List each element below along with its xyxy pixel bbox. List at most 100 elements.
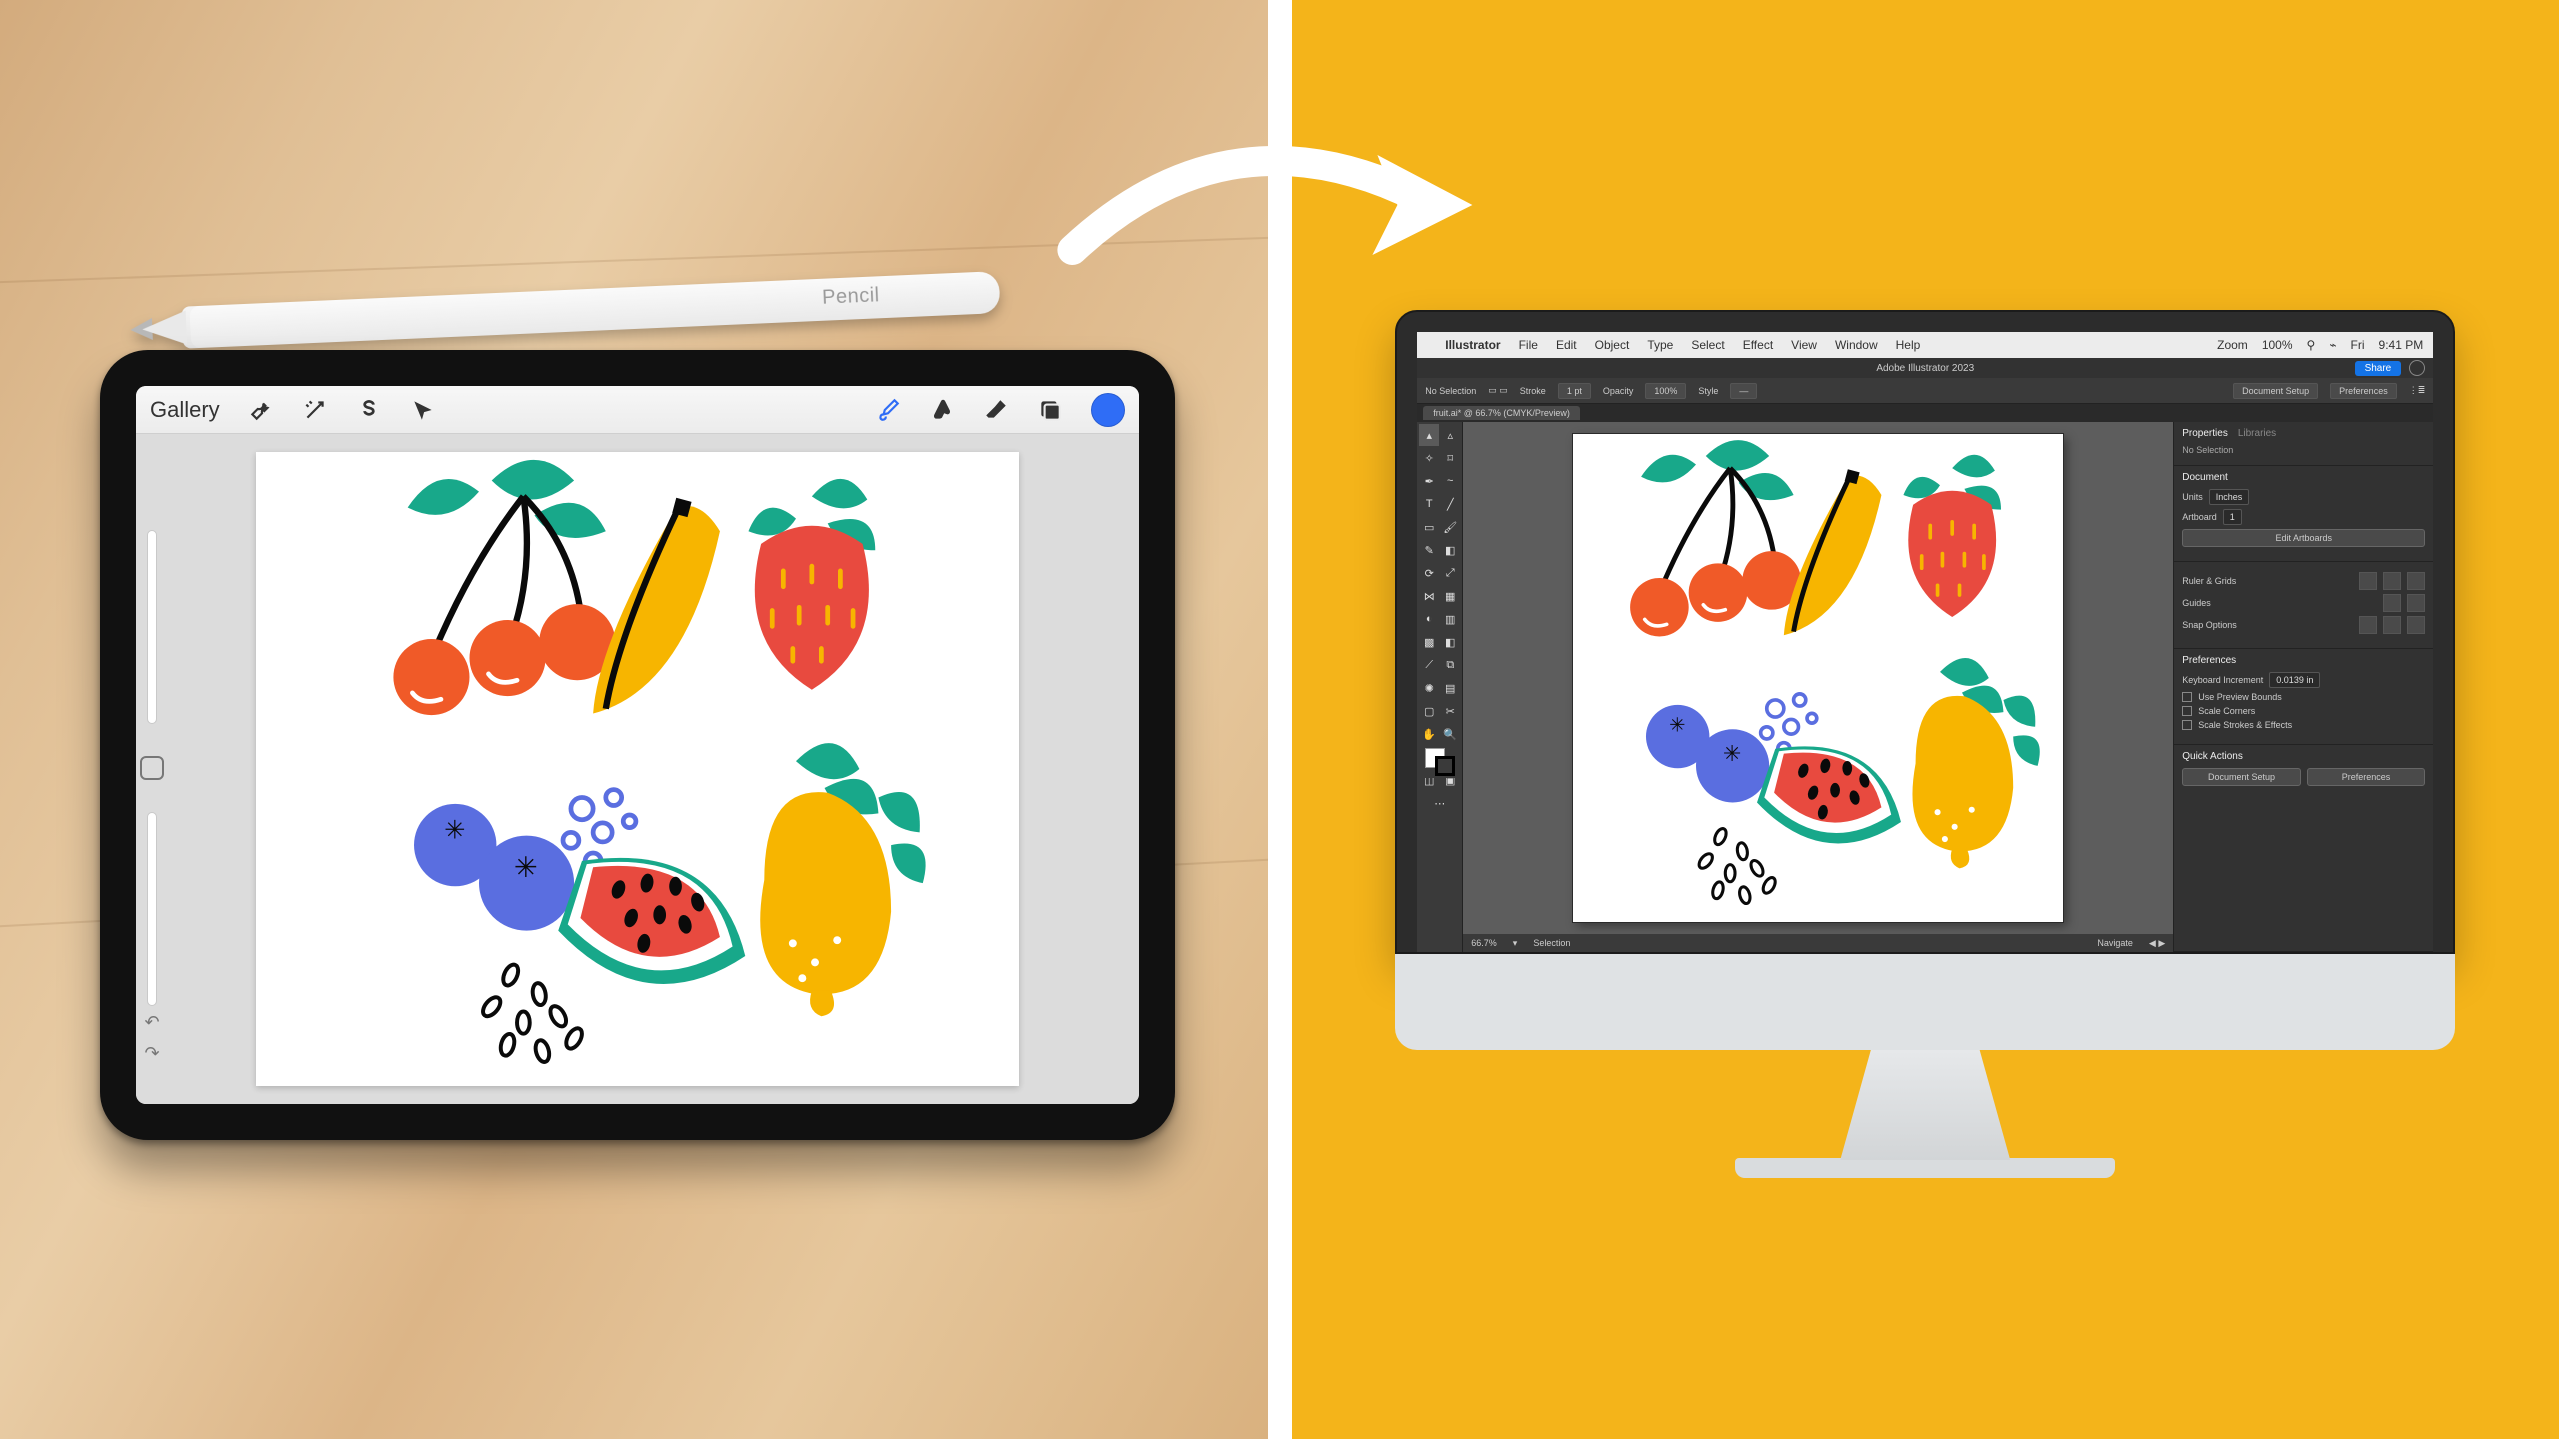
- rectangle-tool-icon[interactable]: ▭: [1419, 516, 1439, 538]
- qa-document-setup-button[interactable]: Document Setup: [2182, 768, 2301, 786]
- modify-button[interactable]: [140, 756, 164, 780]
- scale-strokes-checkbox[interactable]: [2182, 720, 2192, 730]
- fill-stroke-swatch[interactable]: [1419, 746, 1460, 778]
- procreate-toolbar: Gallery: [136, 386, 1139, 434]
- fruit-artwork: [256, 452, 1019, 1086]
- snap-grid-icon[interactable]: [2383, 616, 2401, 634]
- menubar-zoom-value: 100%: [2262, 338, 2293, 352]
- edit-artboards-button[interactable]: Edit Artboards: [2182, 529, 2425, 547]
- line-tool-icon[interactable]: ╱: [1440, 493, 1460, 515]
- transform-arrow-icon[interactable]: [410, 397, 436, 423]
- status-nav[interactable]: Navigate: [2097, 938, 2133, 948]
- selection-s-icon[interactable]: [356, 397, 382, 423]
- eraser-tool-icon[interactable]: [983, 397, 1009, 423]
- procreate-canvas[interactable]: [256, 452, 1019, 1086]
- magic-wand-tool-icon[interactable]: ✧: [1419, 447, 1439, 469]
- eyedropper-tool-icon[interactable]: ⟋: [1419, 654, 1439, 676]
- app-title: Adobe Illustrator 2023: [1876, 363, 1974, 374]
- blend-tool-icon[interactable]: ⧉: [1440, 654, 1460, 676]
- menu-type[interactable]: Type: [1647, 338, 1673, 352]
- preferences-button[interactable]: Preferences: [2330, 383, 2397, 399]
- kb-increment-input[interactable]: 0.0139 in: [2269, 672, 2320, 688]
- menu-file[interactable]: File: [1519, 338, 1538, 352]
- snap-pixel-icon[interactable]: [2407, 616, 2425, 634]
- pen-tool-icon[interactable]: ✒: [1419, 470, 1439, 492]
- stroke-weight-input[interactable]: 1 pt: [1558, 383, 1591, 399]
- eraser-tool-icon[interactable]: ◧: [1440, 539, 1460, 561]
- width-tool-icon[interactable]: ⋈: [1419, 585, 1439, 607]
- selection-tool-icon[interactable]: ▴: [1419, 424, 1439, 446]
- guides-label: Guides: [2182, 598, 2211, 608]
- zoom-tool-icon[interactable]: 🔍: [1440, 723, 1460, 745]
- menu-window[interactable]: Window: [1835, 338, 1878, 352]
- lasso-tool-icon[interactable]: ⌑: [1440, 447, 1460, 469]
- smudge-tool-icon[interactable]: [929, 397, 955, 423]
- mesh-tool-icon[interactable]: ▩: [1419, 631, 1439, 653]
- undo-icon[interactable]: ↶: [144, 1012, 159, 1033]
- shape-builder-tool-icon[interactable]: ◐: [1419, 608, 1439, 630]
- document-setup-button[interactable]: Document Setup: [2233, 383, 2318, 399]
- direct-selection-tool-icon[interactable]: ▵: [1440, 424, 1460, 446]
- slice-tool-icon[interactable]: ✂: [1440, 700, 1460, 722]
- perspective-tool-icon[interactable]: ▥: [1440, 608, 1460, 630]
- opacity-slider[interactable]: [147, 812, 157, 1006]
- gradient-tool-icon[interactable]: ◧: [1440, 631, 1460, 653]
- canvas-area[interactable]: 66.7% ▾ Selection Navigate ◀ ▶: [1463, 422, 2173, 952]
- use-preview-bounds-checkbox[interactable]: [2182, 692, 2192, 702]
- share-button[interactable]: Share: [2355, 361, 2402, 376]
- guides-visibility-icon[interactable]: [2383, 594, 2401, 612]
- wifi-icon[interactable]: ⚲: [2307, 338, 2316, 352]
- brush-tool-icon[interactable]: [875, 397, 901, 423]
- menu-view[interactable]: View: [1791, 338, 1817, 352]
- ruler-icon[interactable]: [2359, 572, 2377, 590]
- artboard-stepper[interactable]: 1: [2223, 509, 2242, 525]
- scale-corners-checkbox[interactable]: [2182, 706, 2192, 716]
- curvature-tool-icon[interactable]: ~: [1440, 470, 1460, 492]
- qa-preferences-button[interactable]: Preferences: [2307, 768, 2426, 786]
- color-well[interactable]: [1091, 393, 1125, 427]
- hand-tool-icon[interactable]: ✋: [1419, 723, 1439, 745]
- artboard-tool-icon[interactable]: ▢: [1419, 700, 1439, 722]
- layers-icon[interactable]: [1037, 397, 1063, 423]
- menu-edit[interactable]: Edit: [1556, 338, 1577, 352]
- tools-panel: ▴ ▵ ✧ ⌑ ✒ ~ T ╱ ▭ 🖌 ✎ ◧: [1417, 422, 1463, 952]
- opacity-input[interactable]: 100%: [1645, 383, 1686, 399]
- transparency-grid-icon[interactable]: [2407, 572, 2425, 590]
- actions-wrench-icon[interactable]: [248, 397, 274, 423]
- document-tab[interactable]: fruit.ai* @ 66.7% (CMYK/Preview): [1423, 406, 1580, 420]
- status-zoom[interactable]: 66.7%: [1471, 938, 1497, 948]
- tab-libraries[interactable]: Libraries: [2238, 428, 2276, 439]
- redo-icon[interactable]: ↷: [144, 1043, 159, 1064]
- artboard-label: Artboard: [2182, 512, 2217, 522]
- guides-lock-icon[interactable]: [2407, 594, 2425, 612]
- scale-tool-icon[interactable]: ⤢: [1440, 562, 1460, 584]
- grid-icon[interactable]: [2383, 572, 2401, 590]
- section-document: Document: [2182, 472, 2228, 483]
- gallery-button[interactable]: Gallery: [150, 397, 220, 423]
- app-menu[interactable]: Illustrator: [1445, 338, 1500, 352]
- rotate-tool-icon[interactable]: ⟳: [1419, 562, 1439, 584]
- units-dropdown[interactable]: Inches: [2209, 489, 2250, 505]
- menu-select[interactable]: Select: [1691, 338, 1724, 352]
- paintbrush-tool-icon[interactable]: 🖌: [1440, 516, 1460, 538]
- menubar-date[interactable]: Fri: [2351, 338, 2365, 352]
- shaper-tool-icon[interactable]: ✎: [1419, 539, 1439, 561]
- symbol-sprayer-tool-icon[interactable]: ✺: [1419, 677, 1439, 699]
- free-transform-tool-icon[interactable]: ▦: [1440, 585, 1460, 607]
- units-label: Units: [2182, 492, 2203, 502]
- menu-effect[interactable]: Effect: [1743, 338, 1773, 352]
- menu-help[interactable]: Help: [1896, 338, 1921, 352]
- menubar-time[interactable]: 9:41 PM: [2379, 338, 2424, 352]
- edit-toolbar-icon[interactable]: ⋯: [1419, 792, 1460, 814]
- graph-tool-icon[interactable]: ▤: [1440, 677, 1460, 699]
- adjustments-wand-icon[interactable]: [302, 397, 328, 423]
- tab-properties[interactable]: Properties: [2182, 428, 2228, 439]
- menu-object[interactable]: Object: [1595, 338, 1630, 352]
- artboard[interactable]: [1573, 434, 2063, 922]
- style-dropdown[interactable]: —: [1730, 383, 1757, 399]
- brush-size-slider[interactable]: [147, 530, 157, 724]
- search-icon[interactable]: [2409, 360, 2425, 376]
- control-center-icon[interactable]: ⌁: [2329, 338, 2336, 352]
- snap-point-icon[interactable]: [2359, 616, 2377, 634]
- type-tool-icon[interactable]: T: [1419, 493, 1439, 515]
